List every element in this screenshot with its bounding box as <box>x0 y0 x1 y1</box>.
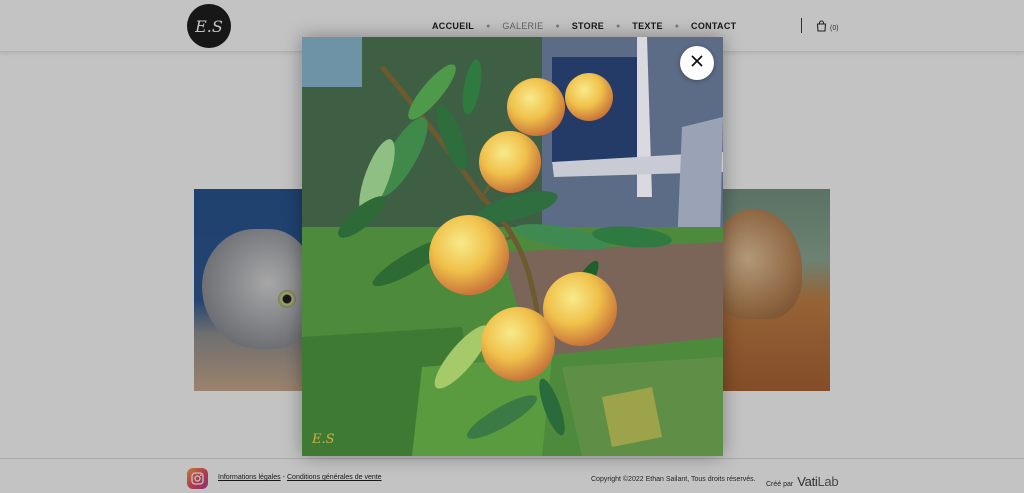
painting-oranges <box>302 37 723 456</box>
close-icon <box>691 54 703 72</box>
close-button[interactable] <box>680 46 714 80</box>
painting-signature: E.S <box>312 432 335 447</box>
lightbox-image: E.S <box>302 37 723 456</box>
